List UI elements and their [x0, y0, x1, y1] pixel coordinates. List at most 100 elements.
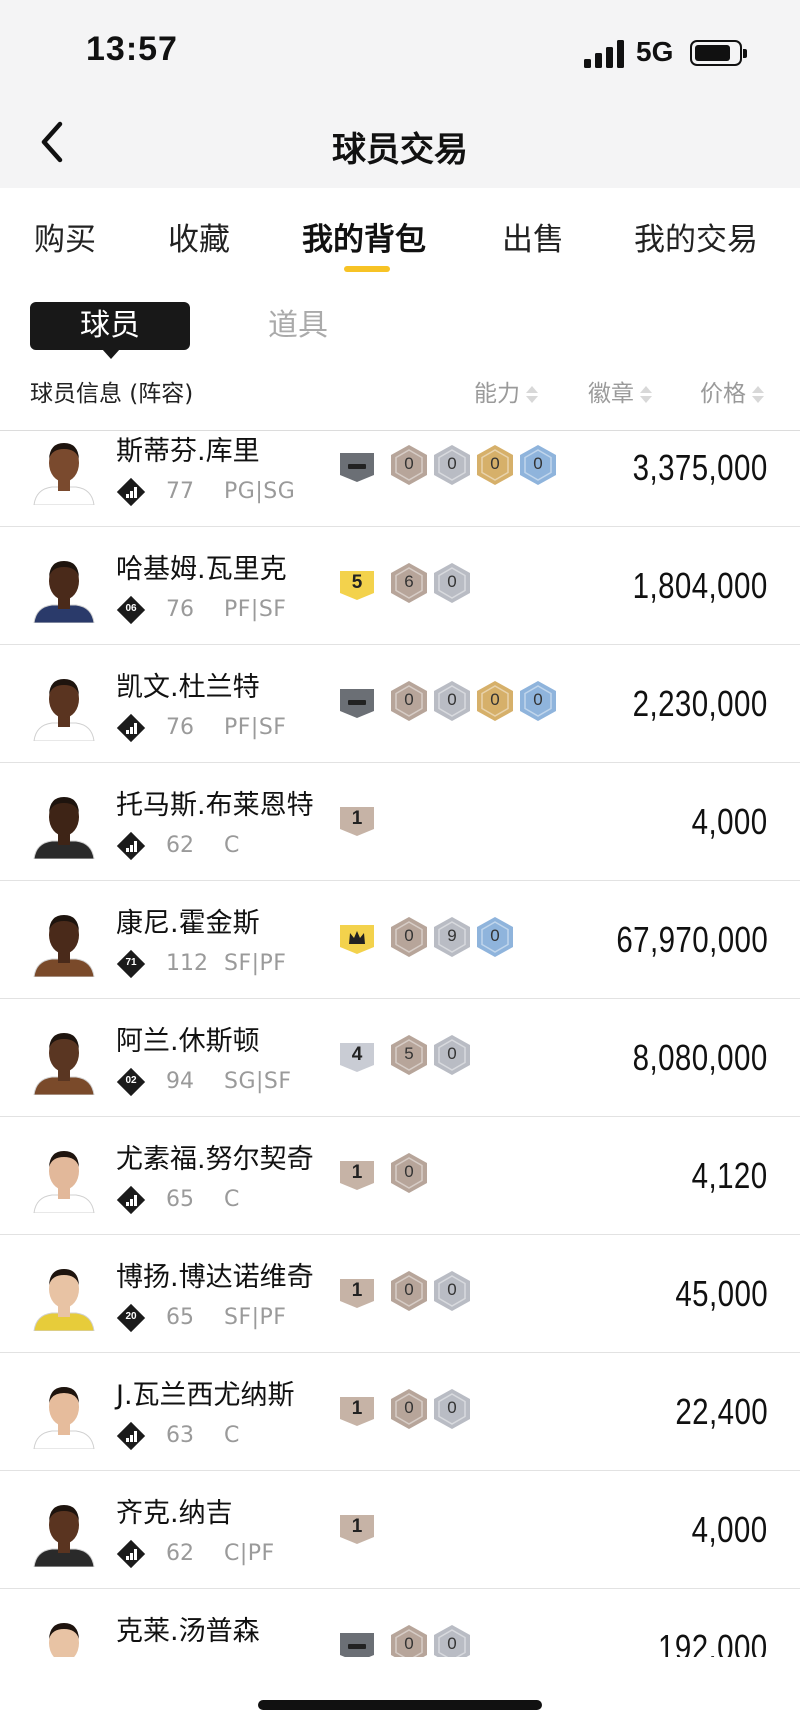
bronze-badge-icon: 0: [390, 1152, 428, 1198]
status-bar: 13:57 5G: [0, 0, 800, 100]
tab-sell[interactable]: 出售: [502, 214, 564, 259]
tier-level-badge: 4: [338, 1037, 376, 1079]
tier-level-badge: 5: [338, 565, 376, 607]
column-badges[interactable]: 徽章: [588, 374, 652, 414]
main-tabs: 购买 收藏 我的背包 出售 我的交易: [0, 188, 800, 284]
bronze-badge-icon: 5: [390, 1034, 428, 1080]
hof-badge-icon: 0: [476, 916, 514, 962]
column-ability[interactable]: 能力: [474, 374, 538, 414]
player-name: 阿兰.休斯顿: [116, 1026, 260, 1057]
sort-icon: [752, 384, 764, 406]
tier-level-badge: 1: [338, 1391, 376, 1433]
bronze-badge-icon: 0: [390, 1624, 428, 1657]
level-bars-icon: [116, 1421, 146, 1451]
tab-my-backpack[interactable]: 我的背包: [302, 214, 426, 259]
player-position: PF|SF: [224, 715, 287, 740]
level-number: 71: [125, 957, 137, 968]
player-row[interactable]: 托马斯.布莱恩特 62 C 1 4,000: [0, 763, 800, 881]
column-price[interactable]: 价格: [700, 374, 764, 414]
player-avatar: [30, 905, 98, 977]
tier-level-badge: 1: [338, 1155, 376, 1197]
player-name: 博扬.博达诺维奇: [116, 1262, 314, 1293]
player-avatar: [30, 1377, 98, 1449]
badge-count: 0: [490, 690, 500, 709]
badge-count: 0: [533, 454, 543, 473]
bronze-badge-icon: 0: [390, 680, 428, 726]
player-rating: 112: [166, 951, 208, 976]
tier-level: 1: [351, 1516, 363, 1537]
tab-favorites[interactable]: 收藏: [168, 214, 230, 259]
tab-buy[interactable]: 购买: [34, 214, 96, 259]
player-price: 4,000: [692, 801, 768, 842]
gold-badge-icon: 0: [476, 680, 514, 726]
badge-count: 9: [447, 926, 457, 945]
player-name: 康尼.霍金斯: [116, 908, 260, 939]
tier-level-badge: 1: [338, 801, 376, 843]
player-row[interactable]: 克莱.汤普森 0 0 192,000: [0, 1589, 800, 1657]
player-row[interactable]: 尤素福.努尔契奇 65 C 1 0 4,120: [0, 1117, 800, 1235]
tier-level: 1: [351, 1398, 363, 1419]
player-position: C: [224, 833, 240, 858]
badge-count: 6: [404, 572, 414, 591]
badge-count: 5: [404, 1044, 414, 1063]
home-indicator: [258, 1700, 542, 1710]
subtab-players-label: 球员: [80, 308, 140, 343]
level-number-badge: 71: [116, 949, 146, 979]
locked-tier-icon: [338, 1627, 376, 1657]
player-rating: 77: [166, 479, 194, 504]
badge-count: 0: [404, 690, 414, 709]
bronze-badge-icon: 0: [390, 444, 428, 490]
player-row[interactable]: 阿兰.休斯顿 02 94 SG|SF 4 5 0 8,080,000: [0, 999, 800, 1117]
player-avatar: [30, 1495, 98, 1567]
player-name: 克莱.汤普森: [116, 1616, 260, 1647]
player-name: J.瓦兰西尤纳斯: [116, 1380, 295, 1411]
signal-icon: [584, 40, 626, 68]
tab-my-trades[interactable]: 我的交易: [634, 214, 758, 259]
page-title: 球员交易: [332, 130, 468, 170]
player-row[interactable]: J.瓦兰西尤纳斯 63 C 1 0 0 22,400: [0, 1353, 800, 1471]
sort-icon: [640, 384, 652, 406]
player-rating: 63: [166, 1423, 194, 1448]
badge-count: 0: [447, 454, 457, 473]
player-row[interactable]: 康尼.霍金斯 71 112 SF|PF 0 9 0 67,970,000: [0, 881, 800, 999]
player-row[interactable]: 齐克.纳吉 62 C|PF 1 4,000: [0, 1471, 800, 1589]
player-row[interactable]: 凯文.杜兰特 76 PF|SF 0 0 0 0 2,230,000: [0, 645, 800, 763]
player-row[interactable]: 斯蒂芬.库里 77 PG|SG 0 0 0 0 3,375,000: [0, 431, 800, 527]
player-avatar: [30, 1023, 98, 1095]
locked-tier-icon: [338, 683, 376, 725]
tier-level-badge: 1: [338, 1509, 376, 1551]
badge-count: 0: [490, 926, 500, 945]
nav-bar: 球员交易: [0, 100, 800, 188]
column-ability-label: 能力: [474, 381, 520, 407]
player-price: 4,120: [692, 1155, 768, 1196]
player-avatar: [30, 433, 98, 505]
player-rating: 76: [166, 597, 194, 622]
silver-badge-icon: 0: [433, 680, 471, 726]
battery-icon: [690, 40, 747, 66]
player-rating: 62: [166, 833, 194, 858]
player-position: C: [224, 1187, 240, 1212]
player-price: 2,230,000: [632, 683, 768, 724]
tier-level: 1: [351, 1280, 363, 1301]
subtab-items[interactable]: 道具: [268, 302, 328, 350]
player-row[interactable]: 哈基姆.瓦里克 06 76 PF|SF 5 6 0 1,804,000: [0, 527, 800, 645]
level-bars-icon: [116, 713, 146, 743]
bronze-badge-icon: 0: [390, 916, 428, 962]
subtab-players[interactable]: 球员: [30, 302, 190, 359]
tier-level-badge: 1: [338, 1273, 376, 1315]
gold-badge-icon: 0: [476, 444, 514, 490]
player-row[interactable]: 博扬.博达诺维奇 20 65 SF|PF 1 0 0 45,000: [0, 1235, 800, 1353]
player-list: 斯蒂芬.库里 77 PG|SG 0 0 0 0 3,375,000 哈基姆.瓦里克 06 76 PF|…: [0, 431, 800, 1657]
column-price-label: 价格: [700, 381, 746, 407]
network-type: 5G: [636, 36, 674, 67]
level-bars-icon: [116, 477, 146, 507]
level-number-badge: 02: [116, 1067, 146, 1097]
badge-count: 0: [447, 1398, 457, 1417]
player-price: 192,000: [658, 1627, 768, 1657]
badge-count: 0: [404, 1280, 414, 1299]
badge-count: 0: [533, 690, 543, 709]
column-player-info: 球员信息 (阵容): [30, 381, 194, 407]
badge-count: 0: [404, 454, 414, 473]
column-badges-label: 徽章: [588, 381, 634, 407]
player-price: 4,000: [692, 1509, 768, 1550]
